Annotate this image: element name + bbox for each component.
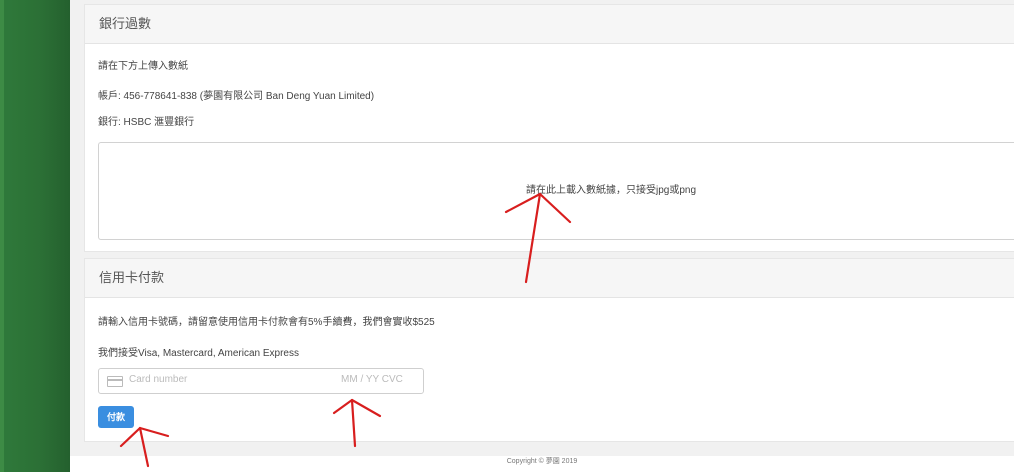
arrow-expiry-field (332, 398, 382, 448)
arrow-pay-button (119, 426, 170, 468)
arrow-upload-hint (504, 192, 572, 284)
annotation-arrows (119, 192, 572, 468)
